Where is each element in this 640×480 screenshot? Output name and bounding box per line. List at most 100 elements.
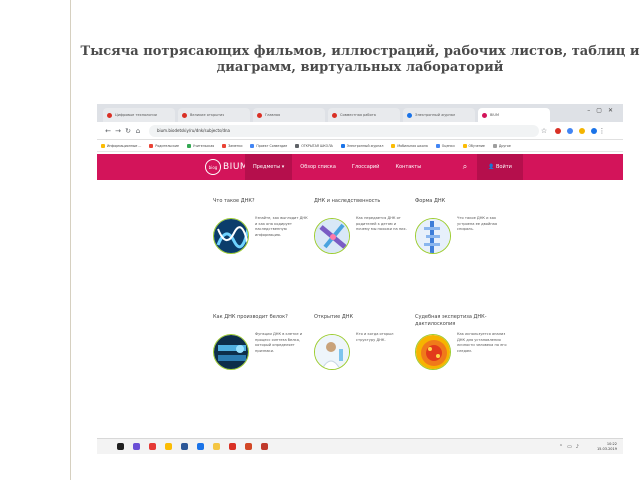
browser-tab[interactable]: Электронный журнал [403, 108, 475, 122]
system-tray-icons[interactable]: ⌃▭♪ [559, 444, 583, 450]
logo-circle-icon: biog [205, 159, 221, 175]
card-title[interactable]: Открытие ДНК [314, 314, 410, 321]
bookmark-icon [187, 143, 192, 148]
extension-icon[interactable] [555, 127, 561, 134]
browser-tab-strip: Цифровые технологии Великие открытия Гла… [97, 104, 623, 122]
card-description: Функции ДНК в клетке и процесс синтеза б… [255, 332, 303, 353]
yandex-browser-icon[interactable] [149, 443, 156, 450]
site-logo[interactable]: biog BIUM [205, 159, 248, 175]
start-icon[interactable] [117, 443, 124, 450]
tab-favicon-icon [332, 112, 337, 118]
browser-tab[interactable]: Главная [253, 108, 325, 122]
card-title[interactable]: Что такое ДНК? [213, 198, 309, 205]
forward-icon[interactable]: → [113, 127, 123, 135]
slide-border [70, 0, 71, 480]
powerpoint-icon[interactable] [245, 443, 252, 450]
window-controls-icon[interactable]: –▢✕ [587, 107, 619, 114]
menu-dots-icon[interactable]: ⋮ [597, 127, 607, 135]
topic-card[interactable]: Как ДНК производит белок? Функции ДНК в … [213, 314, 309, 412]
tab-favicon-icon [107, 112, 112, 118]
card-title[interactable]: Форма ДНК [415, 198, 511, 205]
bookmarks-bar: Информационные ... Родительские Учительс… [97, 140, 623, 152]
bookmark-item[interactable]: Оценки [435, 143, 455, 148]
chrome-icon[interactable] [165, 443, 172, 450]
menu-item-contacts[interactable]: Контакты [387, 154, 429, 180]
bookmark-item[interactable]: Другое [492, 143, 511, 148]
card-description: Как используется анализ ДНК для установл… [457, 332, 507, 353]
bookmark-icon [295, 143, 300, 148]
menu-item-subjects[interactable]: Предметы ▾ [245, 154, 293, 180]
card-description: Как передается ДНК от родителей к детям … [356, 216, 407, 231]
browser-tab[interactable]: Великие открытия [178, 108, 250, 122]
slide-title: Тысяча потрясающих фильмов, иллюстраций,… [80, 44, 640, 75]
card-description: Что такое ДНК и как устроена ее двойная … [457, 216, 497, 231]
back-icon[interactable]: ← [103, 127, 113, 135]
url-input[interactable]: bium.biodetskiy/ru/dnk/subjects/dna [149, 124, 539, 137]
bookmark-icon [222, 143, 227, 148]
login-button[interactable]: 👤 Войти [477, 154, 523, 180]
site-menu: Предметы ▾ Обзор списка Глоссарий Контак… [245, 154, 429, 180]
scientist-image [315, 335, 349, 369]
card-description: Кто и когда открыл структуру ДНК. [356, 332, 394, 342]
bookmark-item[interactable]: Учительская [187, 143, 214, 148]
topic-card[interactable]: Что такое ДНК? Узнайте, как выглядит ДНК… [213, 198, 309, 296]
bookmark-icon [435, 143, 440, 148]
search-icon[interactable]: ⌕ [456, 154, 474, 180]
menu-item-glossary[interactable]: Глоссарий [344, 154, 388, 180]
bookmark-icon [149, 143, 154, 148]
dna-fingerprint-image [416, 335, 450, 369]
bookmark-item[interactable]: Мобильная школа [391, 143, 428, 148]
clock[interactable]: 10:22 15.03.2019 [597, 442, 617, 451]
card-description: Узнайте, как выглядит ДНК и как она коди… [255, 216, 308, 237]
topic-card[interactable]: Открытие ДНК Кто и когда открыл структур… [314, 314, 410, 412]
bookmark-icon [250, 143, 255, 148]
card-thumbnail[interactable] [213, 334, 249, 370]
browser-tab[interactable]: Совместная работа [328, 108, 400, 122]
chromosomes-image [315, 219, 349, 253]
bookmark-item[interactable]: Обучение [462, 143, 485, 148]
topic-card[interactable]: ДНК и наследственность Как передается ДН… [314, 198, 410, 296]
app-icon[interactable] [261, 443, 268, 450]
bookmark-star-icon[interactable]: ☆ [539, 127, 549, 135]
bookmark-icon [492, 143, 497, 148]
bookmark-item[interactable]: Информационные ... [101, 143, 141, 148]
extension-icon[interactable] [579, 127, 585, 134]
card-thumbnail[interactable] [415, 334, 451, 370]
app-icon[interactable] [229, 443, 236, 450]
browser-tab-active[interactable]: BIUM [478, 108, 550, 122]
bookmark-icon [340, 143, 345, 148]
home-icon[interactable]: ⌂ [133, 127, 143, 135]
card-title[interactable]: ДНК и наследственность [314, 198, 410, 205]
store-icon[interactable] [197, 443, 204, 450]
card-title[interactable]: Как ДНК производит белок? [213, 314, 309, 321]
bookmark-item[interactable]: Электронный журнал [340, 143, 383, 148]
word-icon[interactable] [181, 443, 188, 450]
protein-synthesis-image [214, 335, 248, 369]
windows-taskbar: ⌃▭♪ 10:22 15.03.2019 [97, 438, 623, 454]
extension-icon[interactable] [567, 127, 573, 134]
menu-item-overview[interactable]: Обзор списка [292, 154, 344, 180]
tab-favicon-icon [257, 112, 262, 118]
bookmark-icon [101, 143, 105, 148]
card-thumbnail[interactable] [415, 218, 451, 254]
tab-favicon-icon [182, 112, 187, 118]
topic-card[interactable]: Форма ДНК Что такое ДНК и как устроена е… [415, 198, 511, 296]
card-thumbnail[interactable] [314, 218, 350, 254]
explorer-icon[interactable] [213, 443, 220, 450]
tab-favicon-icon [482, 112, 487, 118]
double-helix-image [416, 219, 450, 253]
card-thumbnail[interactable] [314, 334, 350, 370]
browser-tab[interactable]: Цифровые технологии [103, 108, 175, 122]
bookmark-item[interactable]: ОТКРЫТАЯ ШКОЛА [295, 143, 333, 148]
topic-card[interactable]: Судебная экспертиза ДНК-дактилоскопия Ка… [415, 314, 511, 412]
address-bar-row: ← → ↻ ⌂ bium.biodetskiy/ru/dnk/subjects/… [97, 122, 623, 140]
bookmark-item[interactable]: Заметки [222, 143, 242, 148]
browser-screenshot: Цифровые технологии Великие открытия Гла… [97, 104, 623, 454]
cortana-icon[interactable] [133, 443, 140, 450]
tab-favicon-icon [407, 112, 412, 118]
bookmark-item[interactable]: Родительские [149, 143, 179, 148]
card-thumbnail[interactable] [213, 218, 249, 254]
card-title[interactable]: Судебная экспертиза ДНК-дактилоскопия [415, 314, 511, 328]
bookmark-item[interactable]: Проект Созвездие [250, 143, 287, 148]
reload-icon[interactable]: ↻ [123, 127, 133, 135]
